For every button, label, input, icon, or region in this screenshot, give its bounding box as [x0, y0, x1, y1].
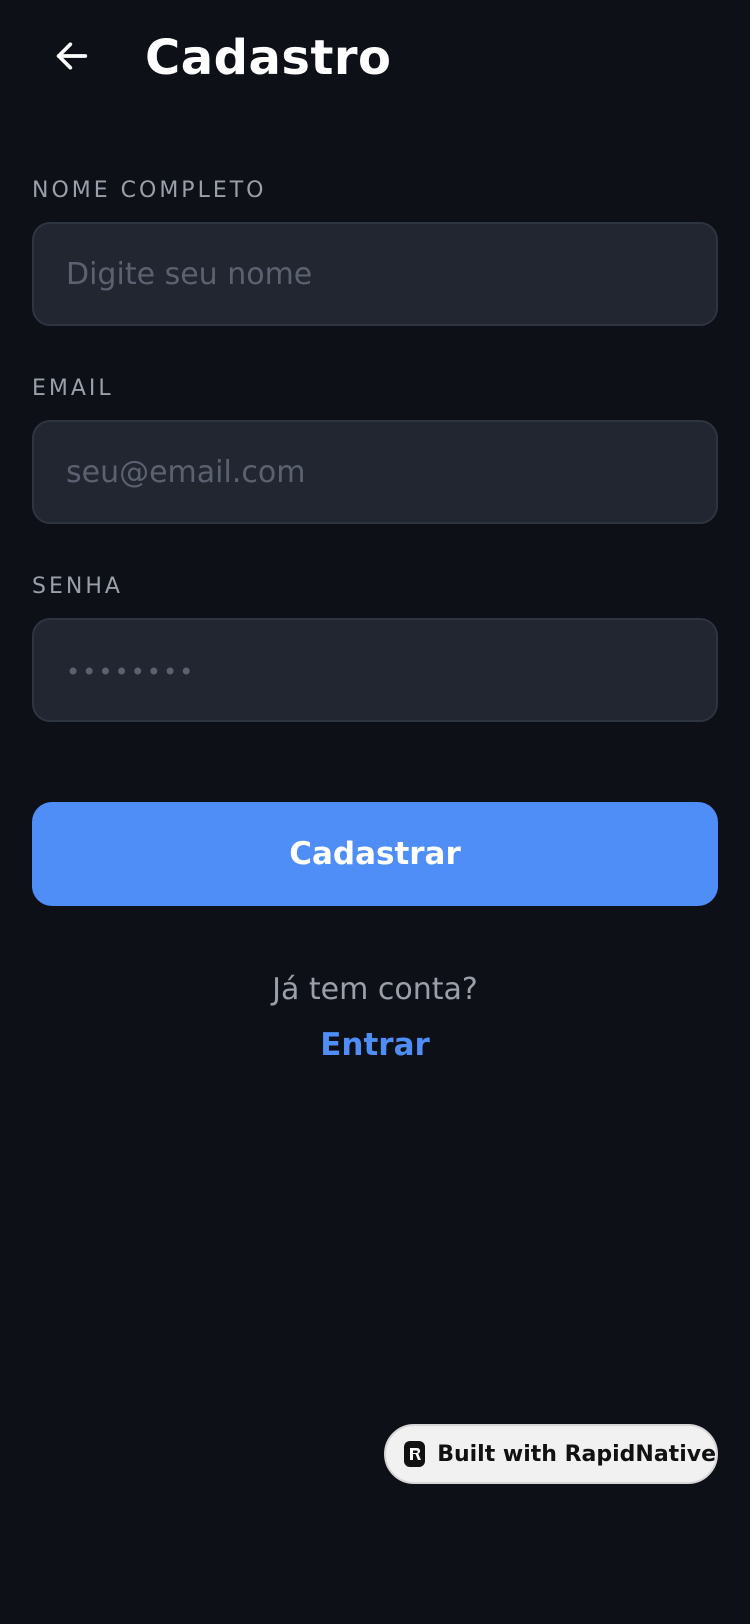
email-input[interactable] [32, 420, 718, 524]
email-label: EMAIL [32, 376, 114, 401]
password-input[interactable] [32, 618, 718, 722]
arrow-left-icon [56, 42, 88, 70]
back-button[interactable] [48, 32, 96, 80]
page-title: Cadastro [145, 30, 392, 86]
login-prompt: Já tem conta? [272, 972, 478, 1007]
header: Cadastro [0, 0, 750, 120]
rapidnative-logo-icon [404, 1441, 426, 1467]
password-label: SENHA [32, 574, 123, 599]
register-button[interactable]: Cadastrar [32, 802, 718, 906]
name-label: NOME COMPLETO [32, 178, 267, 203]
built-with-badge[interactable]: Built with RapidNative [384, 1424, 718, 1484]
login-link[interactable]: Entrar [0, 1027, 750, 1063]
name-input[interactable] [32, 222, 718, 326]
badge-text: Built with RapidNative [437, 1441, 716, 1467]
